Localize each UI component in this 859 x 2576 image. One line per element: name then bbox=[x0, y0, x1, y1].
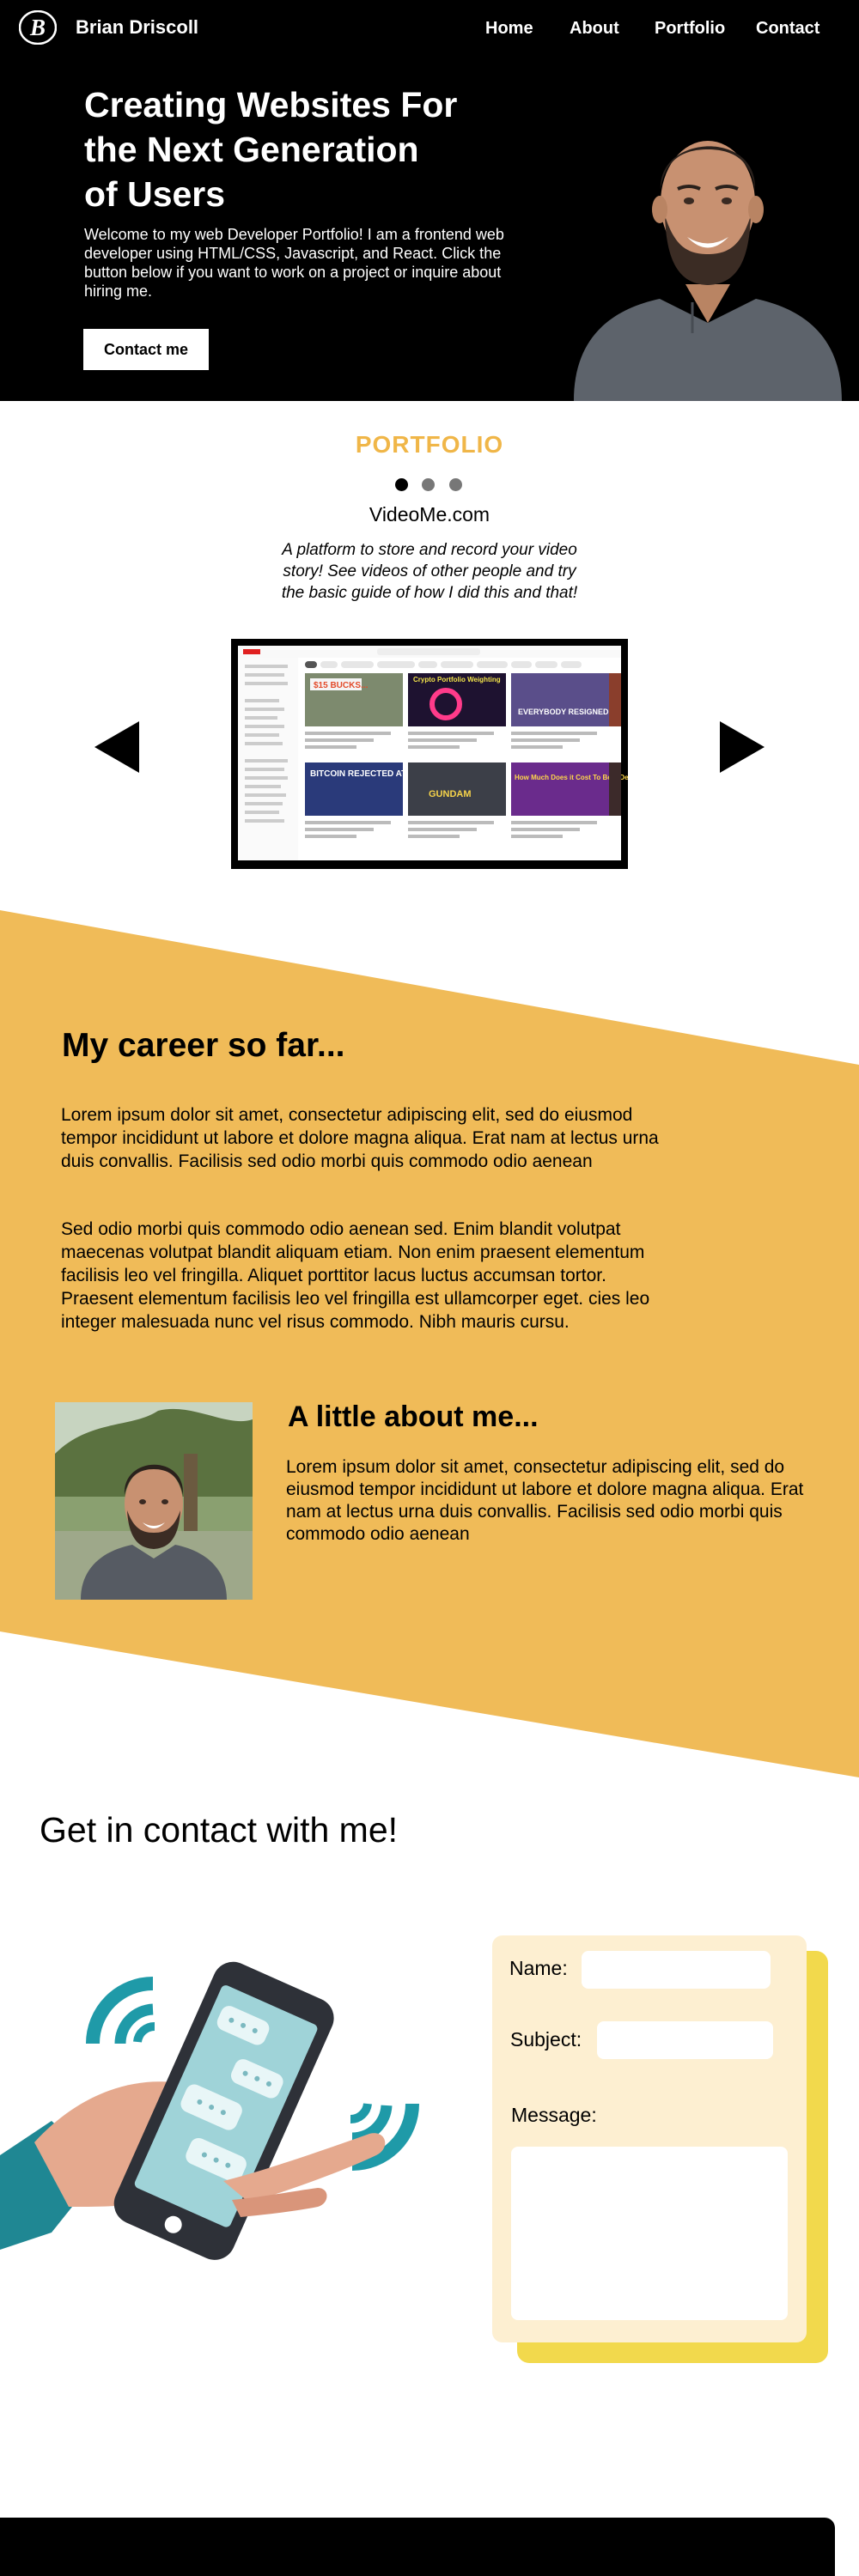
about-photo bbox=[55, 1402, 253, 1600]
career-paragraph-2: Sed odio morbi quis commodo odio aenean … bbox=[61, 1219, 650, 1332]
nav-about-link[interactable]: About bbox=[570, 19, 619, 39]
thumb-title: $15 BUCKS... bbox=[314, 681, 369, 690]
project-name: VideoMe.com bbox=[369, 503, 490, 526]
project-description-line: A platform to store and record your vide… bbox=[282, 541, 577, 559]
hero-title-line: the Next Generation bbox=[84, 130, 419, 169]
about-title: A little about me... bbox=[288, 1400, 539, 1433]
project-screenshot[interactable]: $15 BUCKS... Crypto Portfolio Weighting … bbox=[231, 639, 628, 869]
project-description-line: story! See videos of other people and tr… bbox=[283, 562, 576, 580]
message-textarea[interactable] bbox=[511, 2147, 788, 2320]
carousel-dot-3[interactable] bbox=[449, 478, 462, 491]
prev-arrow-icon[interactable] bbox=[93, 720, 141, 775]
name-label: Name: bbox=[509, 1957, 568, 1979]
project-description-line: the basic guide of how I did this and th… bbox=[281, 584, 578, 602]
nav-portfolio-link[interactable]: Portfolio bbox=[655, 19, 725, 39]
nav-home-link[interactable]: Home bbox=[485, 19, 533, 39]
hero-portrait-photo bbox=[557, 108, 859, 401]
about-paragraph: Lorem ipsum dolor sit amet, consectetur … bbox=[286, 1457, 804, 1544]
project-description: A platform to store and record your vide… bbox=[258, 539, 601, 604]
thumb-title: EVERYBODY RESIGNED bbox=[518, 708, 609, 716]
footer bbox=[0, 2518, 835, 2576]
career-title: My career so far... bbox=[62, 1027, 345, 1064]
carousel-dot-1[interactable] bbox=[395, 478, 408, 491]
hero-title-line: of Users bbox=[84, 174, 226, 214]
brand-name[interactable]: Brian Driscoll bbox=[76, 16, 198, 39]
carousel-dot-2[interactable] bbox=[422, 478, 435, 491]
thumb-title: Crypto Portfolio Weighting bbox=[413, 676, 501, 683]
contact-title: Get in contact with me! bbox=[40, 1810, 399, 1850]
brand-logo-icon[interactable]: B bbox=[19, 10, 57, 45]
message-label: Message: bbox=[511, 2104, 597, 2126]
subject-label: Subject: bbox=[510, 2028, 582, 2050]
name-input[interactable] bbox=[582, 1951, 771, 1989]
phone-chat-illustration bbox=[0, 1961, 419, 2260]
portfolio-heading: PORTFOLIO bbox=[355, 431, 504, 458]
contact-me-button[interactable]: Contact me bbox=[83, 329, 209, 370]
nav-contact-link[interactable]: Contact bbox=[756, 19, 819, 39]
next-arrow-icon[interactable] bbox=[718, 720, 766, 775]
hero-title-line: Creating Websites For bbox=[84, 85, 458, 125]
thumb-title: GUNDAM bbox=[429, 789, 472, 799]
hero-title: Creating Websites For the Next Generatio… bbox=[84, 82, 531, 216]
brand-letter: B bbox=[29, 15, 46, 40]
subject-input[interactable] bbox=[597, 2021, 773, 2059]
contact-form: Name: Subject: Message: bbox=[492, 1935, 807, 2342]
career-paragraph-1: Lorem ipsum dolor sit amet, consectetur … bbox=[61, 1105, 659, 1171]
hero-intro: Welcome to my web Developer Portfolio! I… bbox=[84, 226, 504, 300]
